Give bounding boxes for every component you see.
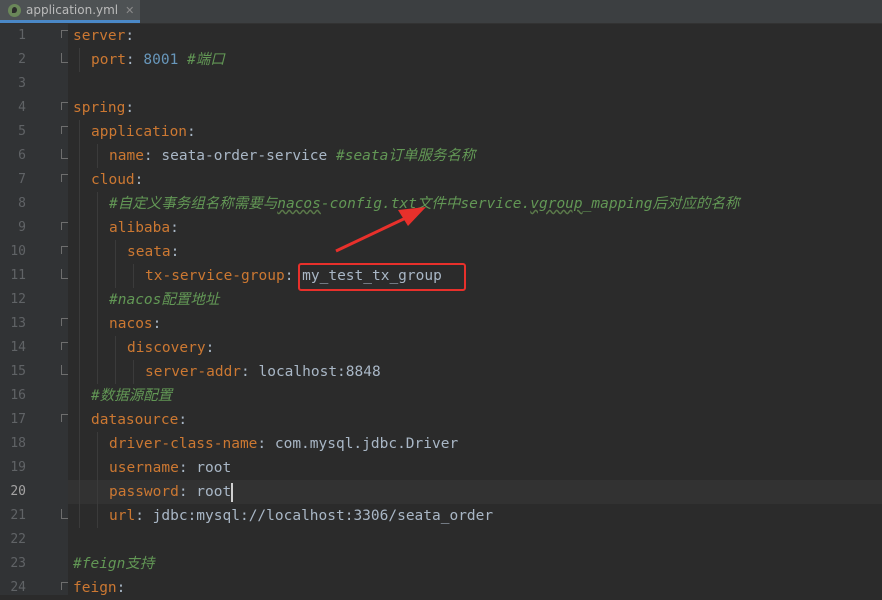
arrow-line	[335, 214, 411, 253]
arrow-head	[398, 207, 426, 226]
arrow-annotation	[335, 207, 426, 253]
